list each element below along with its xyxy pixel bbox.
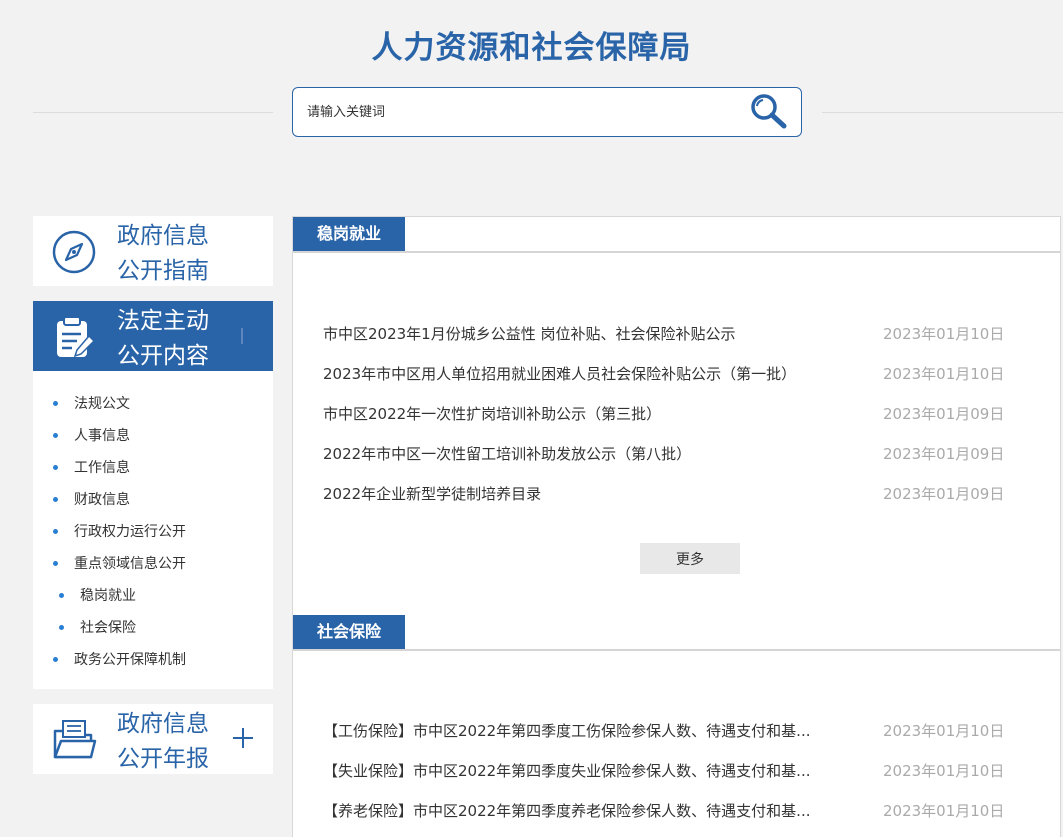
bullet-icon <box>53 560 58 566</box>
news-date: 2023年01月09日 <box>883 485 1005 503</box>
news-date: 2023年01月09日 <box>883 405 1005 423</box>
news-title[interactable]: 2022年市中区一次性留工培训补助发放公示（第八批） <box>323 442 691 466</box>
bullet-icon <box>59 592 64 598</box>
header-divider-left <box>33 112 273 113</box>
sidebar-card-guide[interactable]: 政府信息 公开指南 <box>33 216 273 286</box>
clipboard-icon <box>57 316 96 358</box>
news-title[interactable]: 2022年企业新型学徒制培养目录 <box>323 482 541 506</box>
sidebar-card-report-title: 政府信息 公开年报 <box>117 711 209 772</box>
news-date: 2023年01月10日 <box>883 365 1005 383</box>
news-date: 2023年01月10日 <box>883 762 1005 780</box>
collapse-indicator <box>241 328 243 344</box>
sidebar-card-active[interactable]: 法定主动 公开内容 <box>33 301 273 371</box>
news-title[interactable]: 2023年市中区用人单位招用就业困难人员社会保险补贴公示（第一批） <box>323 362 796 386</box>
news-date: 2023年01月10日 <box>883 722 1005 740</box>
news-item[interactable]: 2022年企业新型学徒制培养目录 2023年01月09日 <box>323 482 1005 506</box>
bullet-icon <box>53 432 58 438</box>
plus-icon[interactable] <box>231 726 255 750</box>
news-date: 2023年01月09日 <box>883 445 1005 463</box>
sidebar-item-work-info[interactable]: 工作信息 <box>53 457 130 477</box>
bullet-icon <box>53 656 58 662</box>
sidebar-card-report[interactable]: 政府信息 公开年报 <box>33 704 273 774</box>
news-item[interactable]: 2022年市中区一次性留工培训补助发放公示（第八批） 2023年01月09日 <box>323 442 1005 466</box>
news-item[interactable]: 市中区2023年1月份城乡公益性 岗位补贴、社会保险补贴公示 2023年01月1… <box>323 322 1005 346</box>
sidebar-card-guide-title: 政府信息 公开指南 <box>117 223 209 284</box>
news-title[interactable]: 【失业保险】市中区2022年第四季度失业保险参保人数、待遇支付和基... <box>323 759 810 783</box>
sidebar-item-admin-power[interactable]: 行政权力运行公开 <box>53 521 186 541</box>
sidebar-item-finance[interactable]: 财政信息 <box>53 489 130 509</box>
news-item[interactable]: 【失业保险】市中区2022年第四季度失业保险参保人数、待遇支付和基... 202… <box>323 759 1005 783</box>
sidebar-item-personnel[interactable]: 人事信息 <box>53 425 130 445</box>
news-title[interactable]: 【养老保险】市中区2022年第四季度养老保险参保人数、待遇支付和基... <box>323 799 810 823</box>
news-title[interactable]: 市中区2023年1月份城乡公益性 岗位补贴、社会保险补贴公示 <box>323 322 736 346</box>
bullet-icon <box>53 496 58 502</box>
news-title[interactable]: 【工伤保险】市中区2022年第四季度工伤保险参保人数、待遇支付和基... <box>323 719 810 743</box>
news-date: 2023年01月10日 <box>883 802 1005 820</box>
compass-icon <box>52 230 96 274</box>
sidebar-card-active-title: 法定主动 公开内容 <box>117 308 209 369</box>
sidebar-item-regulations[interactable]: 法规公文 <box>53 393 130 413</box>
bullet-icon <box>53 528 58 534</box>
more-button[interactable]: 更多 <box>640 543 740 574</box>
bullet-icon <box>53 400 58 406</box>
search-box <box>292 87 802 137</box>
sidebar-item-key-areas[interactable]: 重点领域信息公开 <box>53 553 186 573</box>
tab-stable-employment[interactable]: 稳岗就业 <box>293 217 405 251</box>
header-divider-right <box>822 112 1063 113</box>
news-item[interactable]: 2023年市中区用人单位招用就业困难人员社会保险补贴公示（第一批） 2023年0… <box>323 362 1005 386</box>
bullet-icon <box>59 624 64 630</box>
search-icon <box>751 94 787 129</box>
bullet-icon <box>53 464 58 470</box>
main-content-panel: 稳岗就业 市中区2023年1月份城乡公益性 岗位补贴、社会保险补贴公示 2023… <box>292 216 1061 837</box>
news-item[interactable]: 【养老保险】市中区2022年第四季度养老保险参保人数、待遇支付和基... 202… <box>323 799 1005 823</box>
sidebar-item-stable-employment[interactable]: 稳岗就业 <box>59 585 136 605</box>
tab-social-insurance[interactable]: 社会保险 <box>293 615 405 649</box>
sidebar-submenu: 法规公文 人事信息 工作信息 财政信息 行政权力运行公开 重点领域信息公开 稳岗… <box>33 371 273 689</box>
section-header-social-insurance: 社会保险 <box>293 615 1060 651</box>
sidebar-item-social-insurance[interactable]: 社会保险 <box>59 617 136 637</box>
news-title[interactable]: 市中区2022年一次性扩岗培训补助公示（第三批） <box>323 402 661 426</box>
news-item[interactable]: 【工伤保险】市中区2022年第四季度工伤保险参保人数、待遇支付和基... 202… <box>323 719 1005 743</box>
section-header-employment: 稳岗就业 <box>293 217 1060 253</box>
sidebar-item-safeguard[interactable]: 政务公开保障机制 <box>53 649 186 669</box>
search-input[interactable] <box>307 101 727 123</box>
news-date: 2023年01月10日 <box>883 325 1005 343</box>
site-title: 人力资源和社会保障局 <box>371 30 692 66</box>
news-item[interactable]: 市中区2022年一次性扩岗培训补助公示（第三批） 2023年01月09日 <box>323 402 1005 426</box>
folder-icon <box>53 720 97 759</box>
search-button[interactable] <box>748 92 790 132</box>
